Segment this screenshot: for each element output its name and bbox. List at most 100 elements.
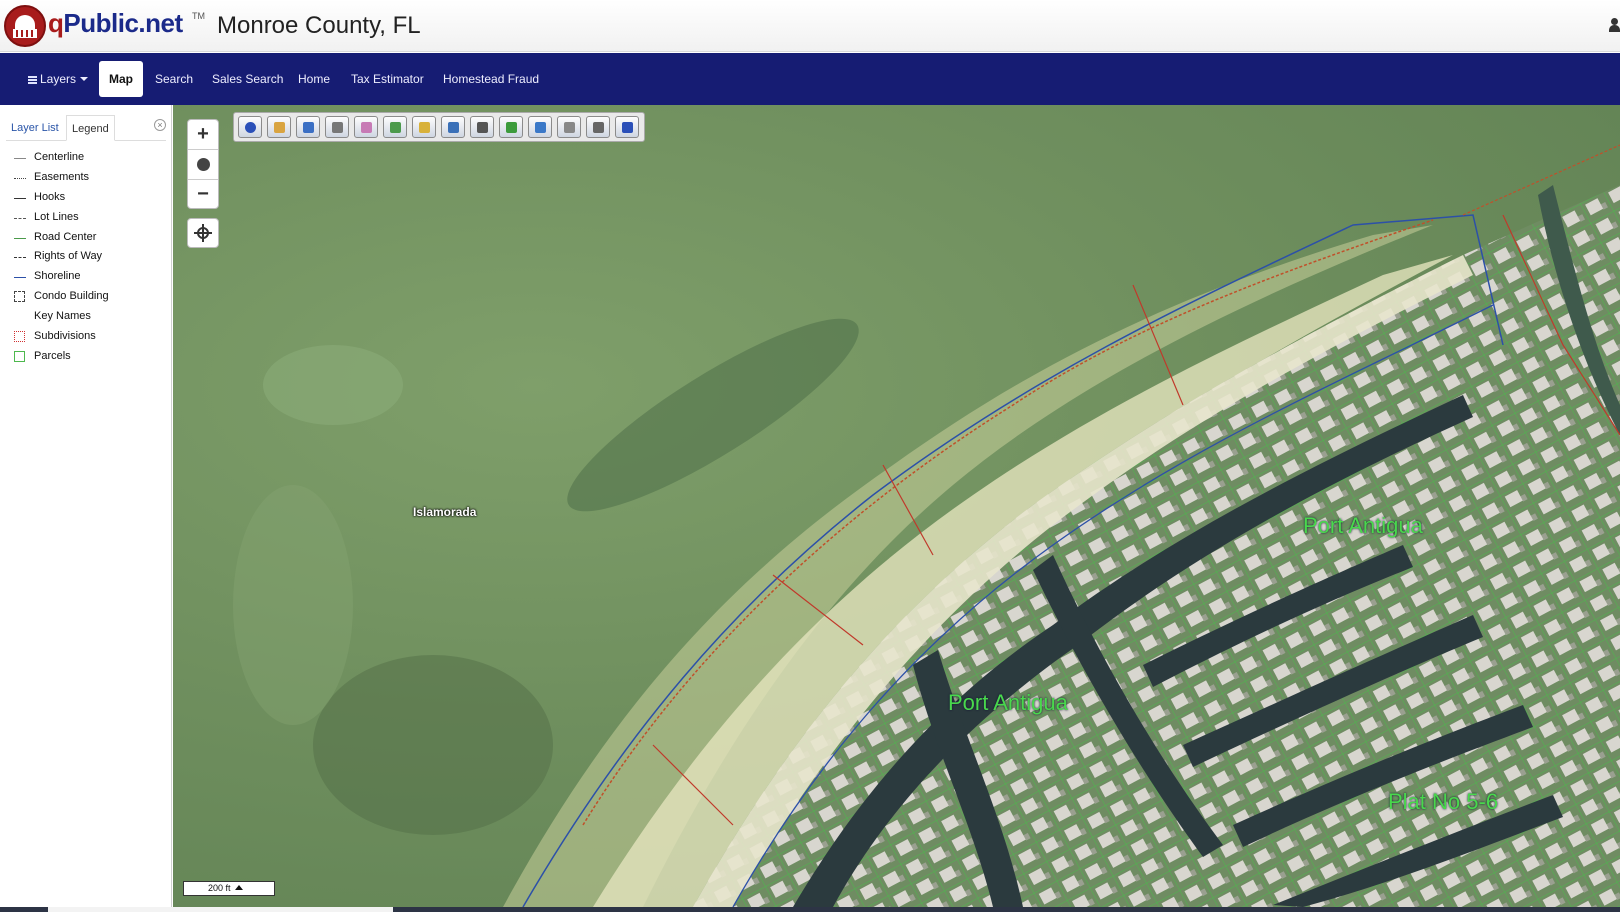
place-label-islamorada: Islamorada (413, 505, 477, 519)
layer-symbol (14, 350, 25, 362)
layer-symbol (14, 257, 26, 259)
aerial-imagery (233, 144, 1620, 907)
measure-tool-button[interactable] (441, 116, 465, 138)
eraser-icon (361, 122, 372, 133)
layer-item[interactable]: Key Names (12, 308, 162, 328)
panel-tabs: Layer List Legend × (6, 115, 166, 141)
layer-symbol (14, 158, 26, 159)
layer-symbol (14, 217, 26, 219)
layer-item[interactable]: Hooks (12, 189, 162, 209)
subdivision-label-port-antigua-1: Port Antigua (1303, 513, 1423, 538)
settings-tool-button[interactable] (557, 116, 581, 138)
save-tool-button[interactable] (615, 116, 639, 138)
globe-icon (196, 158, 210, 171)
subdivision-label-port-antigua-2: Port Antigua (948, 690, 1068, 715)
layer-label: Key Names (34, 310, 91, 323)
full-extent-icon (535, 122, 546, 133)
select-parcels-icon (390, 122, 401, 133)
draw-tool-button[interactable] (499, 116, 523, 138)
select-icon (274, 122, 285, 133)
layer-list: Centerline Easements Hooks Lot Lines Road Ce… (12, 149, 162, 368)
layer-label: Subdivisions (34, 330, 96, 343)
tab-legend[interactable]: Legend (66, 115, 115, 141)
nav-layers-dropdown[interactable]: Layers (18, 61, 98, 97)
layer-label: Parcels (34, 349, 71, 362)
user-icon[interactable] (1609, 18, 1620, 32)
locate-button[interactable] (187, 218, 219, 248)
layer-panel: Layer List Legend × Centerline Easements H… (0, 105, 172, 907)
nav-search[interactable]: Search (145, 61, 203, 97)
full-extent-tool-button[interactable] (528, 116, 552, 138)
layer-symbol (14, 331, 25, 343)
layer-label: Shoreline (34, 270, 81, 283)
layer-item[interactable]: Easements (12, 169, 162, 189)
layer-item[interactable]: Condo Building (12, 288, 162, 308)
nav-home[interactable]: Home (288, 61, 340, 97)
pan-hand-icon (332, 122, 343, 133)
main-navbar: Layers Map Search Sales Search Home Tax … (0, 53, 1620, 105)
layer-symbol (14, 237, 26, 239)
caret-down-icon (80, 77, 89, 81)
marker-tool-button[interactable] (412, 116, 436, 138)
layer-item[interactable]: Rights of Way (12, 248, 162, 268)
layers-icon (28, 76, 37, 84)
print-icon (593, 122, 604, 133)
info-tool-button[interactable] (238, 116, 262, 138)
subdivision-label-plat-no-5-6: Plat No 5-6 (1388, 789, 1499, 814)
layer-symbol (14, 177, 26, 179)
marker-icon (419, 122, 430, 133)
nav-sales-search[interactable]: Sales Search (202, 61, 293, 97)
layer-item[interactable]: Shoreline (12, 268, 162, 288)
nav-tax-estimator[interactable]: Tax Estimator (341, 61, 434, 97)
draw-icon (506, 122, 517, 133)
map-view[interactable]: Islamorada Port Antigua Port Antigua Pla… (173, 105, 1620, 907)
layer-item[interactable]: Centerline (12, 149, 162, 169)
print-tool-button[interactable] (586, 116, 610, 138)
layer-label: Rights of Way (34, 250, 103, 263)
nav-layers-label: Layers (40, 72, 77, 86)
home-extent-button[interactable] (188, 150, 218, 180)
layer-label: Easements (34, 170, 90, 183)
save-icon (622, 122, 633, 133)
trademark-mark: TM (192, 11, 205, 21)
zoom-in-button[interactable]: + (188, 120, 218, 150)
select-parcels-tool-button[interactable] (383, 116, 407, 138)
triangle-up-icon (234, 885, 243, 890)
magnify-tool-button[interactable] (470, 116, 494, 138)
bottom-strip (0, 907, 1620, 912)
nav-map[interactable]: Map (99, 61, 143, 97)
nav-homestead-fraud[interactable]: Homestead Fraud (433, 61, 549, 97)
info-icon (245, 122, 256, 133)
tab-layer-list[interactable]: Layer List (6, 115, 64, 141)
settings-icon (564, 122, 575, 133)
map-toolbar (233, 112, 645, 142)
layer-label: Condo Building (34, 290, 109, 303)
layer-label: Road Center (34, 230, 97, 243)
zoom-in-tool-tool-button[interactable] (296, 116, 320, 138)
logo-public-net: Public.net (63, 8, 183, 38)
layer-symbol (14, 277, 26, 279)
layer-label: Lot Lines (34, 210, 79, 223)
zoom-out-button[interactable]: − (188, 180, 218, 210)
qpublic-logo-text[interactable]: qPublic.net (48, 8, 183, 39)
layer-item[interactable]: Parcels (12, 348, 162, 368)
zoom-in-tool-icon (303, 122, 314, 133)
app-header: qPublic.net TM Monroe County, FL (0, 0, 1620, 52)
layer-item[interactable]: Road Center (12, 229, 162, 249)
select-tool-button[interactable] (267, 116, 291, 138)
logo-q: q (48, 8, 64, 38)
layer-item[interactable]: Lot Lines (12, 209, 162, 229)
scale-bar: 200 ft (183, 881, 275, 896)
layer-symbol (14, 197, 26, 199)
qpublic-logo-icon[interactable] (4, 5, 46, 47)
layer-item[interactable]: Subdivisions (12, 328, 162, 348)
layer-label: Hooks (34, 190, 66, 203)
eraser-tool-button[interactable] (354, 116, 378, 138)
scale-label: 200 ft (208, 883, 231, 893)
layer-label: Centerline (34, 151, 85, 163)
measure-icon (448, 122, 459, 133)
magnify-icon (477, 122, 488, 133)
pan-hand-tool-button[interactable] (325, 116, 349, 138)
county-title: Monroe County, FL (217, 12, 421, 39)
close-icon[interactable]: × (154, 119, 166, 131)
